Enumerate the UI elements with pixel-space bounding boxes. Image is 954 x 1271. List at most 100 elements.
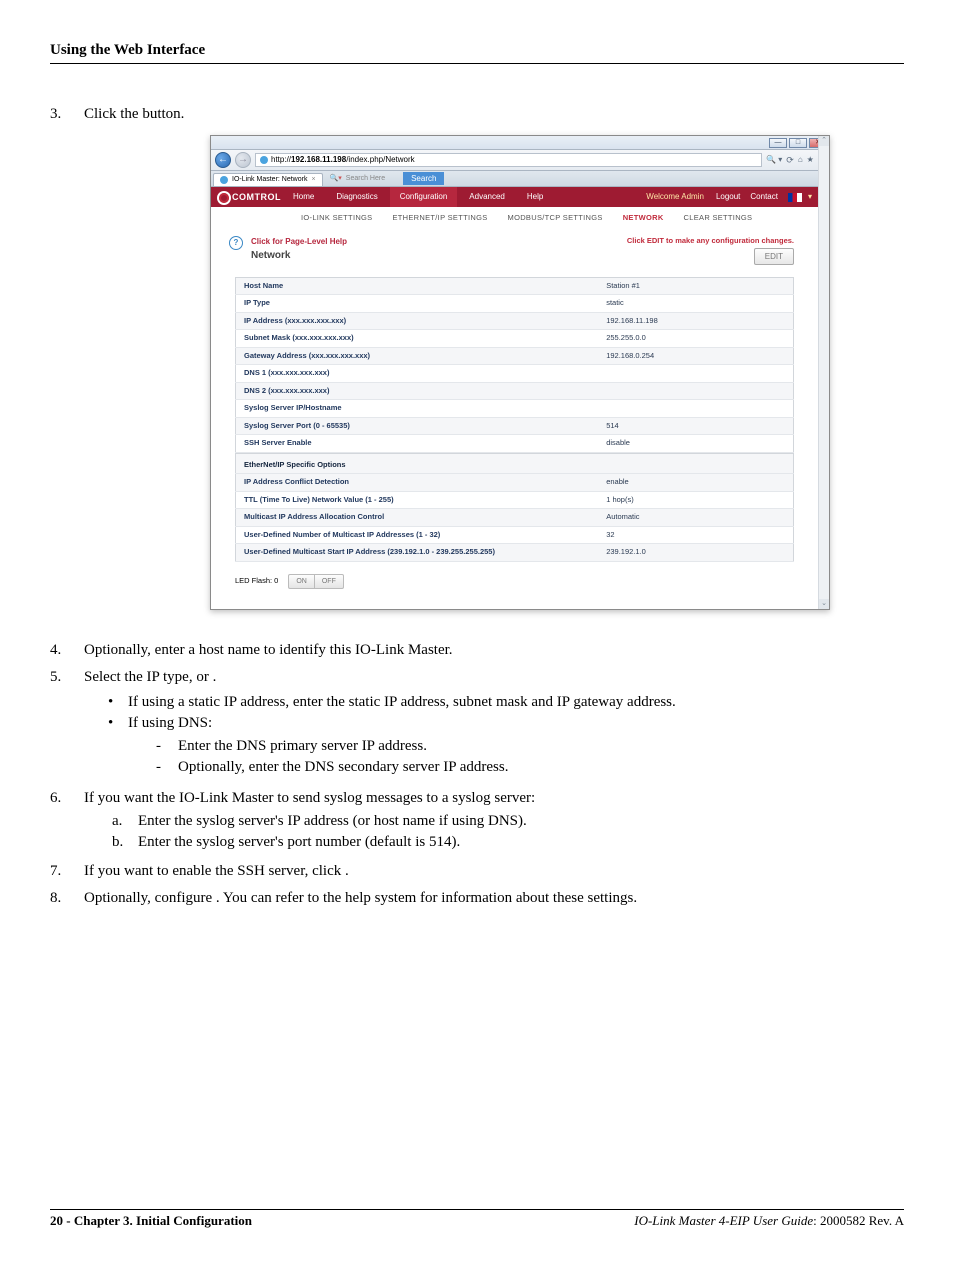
subnav-ethernetip[interactable]: ETHERNET/IP SETTINGS xyxy=(382,213,497,224)
dash-item: Enter the DNS primary server IP address. xyxy=(156,736,904,757)
setting-label: Gateway Address (xxx.xxx.xxx.xxx) xyxy=(236,347,599,365)
setting-value: 514 xyxy=(598,417,793,435)
setting-label: IP Address Conflict Detection xyxy=(236,474,599,492)
table-row: DNS 2 (xxx.xxx.xxx.xxx) xyxy=(236,382,794,400)
setting-value xyxy=(598,382,793,400)
tab-title: IO-Link Master: Network xyxy=(232,175,307,185)
url-text: http://192.168.11.198/index.php/Network xyxy=(271,154,415,166)
nav-home[interactable]: Home xyxy=(283,187,324,207)
browser-tab[interactable]: IO-Link Master: Network × xyxy=(213,173,323,186)
table-row: Syslog Server Port (0 - 65535)514 xyxy=(236,417,794,435)
table-row: Host NameStation #1 xyxy=(236,277,794,295)
setting-value: 239.192.1.0 xyxy=(598,544,793,562)
bullet-item: If using DNS: Enter the DNS primary serv… xyxy=(112,713,904,778)
back-button[interactable]: ← xyxy=(215,152,231,168)
table-row: User-Defined Multicast Start IP Address … xyxy=(236,544,794,562)
table-row: User-Defined Number of Multicast IP Addr… xyxy=(236,526,794,544)
setting-value: 1 hop(s) xyxy=(598,491,793,509)
setting-label: TTL (Time To Live) Network Value (1 - 25… xyxy=(236,491,599,509)
search-placeholder: Search Here xyxy=(346,174,385,184)
step-5: 5. Select the IP type, or . If using a s… xyxy=(50,667,904,782)
setting-label: DNS 2 (xxx.xxx.xxx.xxx) xyxy=(236,382,599,400)
welcome-text: Welcome Admin xyxy=(640,191,710,202)
app-nav-banner: COMTROL Home Diagnostics Configuration A… xyxy=(211,187,818,207)
contact-link[interactable]: Contact xyxy=(746,187,782,207)
flag-icon[interactable] xyxy=(788,193,802,202)
step-8: 8. Optionally, configure . You can refer… xyxy=(50,888,904,909)
table-row: IP Typestatic xyxy=(236,295,794,313)
step-3: 3. Click the button. xyxy=(50,104,904,125)
setting-label: User-Defined Multicast Start IP Address … xyxy=(236,544,599,562)
setting-value: disable xyxy=(598,435,793,453)
setting-value: enable xyxy=(598,474,793,492)
address-bar: ← → http://192.168.11.198/index.php/Netw… xyxy=(211,150,829,171)
setting-label: Host Name xyxy=(236,277,599,295)
edit-note: Click EDIT to make any configuration cha… xyxy=(627,236,794,245)
logo-icon xyxy=(217,191,229,203)
led-flash-row: LED Flash: 0 ON OFF xyxy=(235,574,794,590)
browser-screenshot: — □ ✕ ← → http://192.168.11.198/index.ph… xyxy=(210,135,904,610)
favorites-icon[interactable]: ★ xyxy=(807,154,814,165)
home-icon[interactable]: ⌂ xyxy=(798,154,803,165)
page-help-link[interactable]: Click for Page-Level Help xyxy=(251,236,619,247)
table-row: IP Address Conflict Detectionenable xyxy=(236,474,794,492)
led-off-button[interactable]: OFF xyxy=(314,574,344,590)
table-row: TTL (Time To Live) Network Value (1 - 25… xyxy=(236,491,794,509)
table-row: Gateway Address (xxx.xxx.xxx.xxx)192.168… xyxy=(236,347,794,365)
brand-text: COMTROL xyxy=(232,191,281,204)
network-settings-table: Host NameStation #1IP TypestaticIP Addre… xyxy=(235,277,794,453)
subnav-iolink[interactable]: IO-LINK SETTINGS xyxy=(291,213,382,224)
setting-value xyxy=(598,400,793,418)
forward-button[interactable]: → xyxy=(235,152,251,168)
page-footer: 20 - Chapter 3. Initial Configuration IO… xyxy=(50,1209,904,1230)
table-row: Subnet Mask (xxx.xxx.xxx.xxx)255.255.0.0 xyxy=(236,330,794,348)
footer-guide-title: IO-Link Master 4-EIP User Guide xyxy=(634,1213,813,1228)
search-dropdown-icon[interactable]: 🔍 ▾ xyxy=(766,154,782,165)
ie-icon xyxy=(220,176,228,184)
table-row: Multicast IP Address Allocation ControlA… xyxy=(236,509,794,527)
subnav-network[interactable]: NETWORK xyxy=(613,213,674,224)
maximize-button[interactable]: □ xyxy=(789,138,807,148)
search-button[interactable]: Search xyxy=(403,172,444,185)
nav-advanced[interactable]: Advanced xyxy=(459,187,515,207)
setting-value: static xyxy=(598,295,793,313)
setting-value: Station #1 xyxy=(598,277,793,295)
minimize-button[interactable]: — xyxy=(769,138,787,148)
refresh-icon[interactable]: ⟳ xyxy=(786,154,794,167)
letter-item: b.Enter the syslog server's port number … xyxy=(112,832,904,853)
led-on-button[interactable]: ON xyxy=(288,574,314,590)
setting-label: User-Defined Number of Multicast IP Addr… xyxy=(236,526,599,544)
table-row: SSH Server Enabledisable xyxy=(236,435,794,453)
step-6: 6. If you want the IO-Link Master to sen… xyxy=(50,788,904,855)
nav-help[interactable]: Help xyxy=(517,187,553,207)
subnav-modbus[interactable]: MODBUS/TCP SETTINGS xyxy=(498,213,613,224)
nav-diagnostics[interactable]: Diagnostics xyxy=(326,187,387,207)
section-header: EtherNet/IP Specific Options xyxy=(236,453,794,474)
subnav-clear[interactable]: CLEAR SETTINGS xyxy=(674,213,763,224)
panel-heading: Network xyxy=(251,249,619,263)
logout-link[interactable]: Logout xyxy=(712,187,744,207)
table-row: Syslog Server IP/Hostname xyxy=(236,400,794,418)
setting-label: Syslog Server Port (0 - 65535) xyxy=(236,417,599,435)
url-input[interactable]: http://192.168.11.198/index.php/Network xyxy=(255,153,762,167)
setting-label: IP Type xyxy=(236,295,599,313)
tab-close-icon[interactable]: × xyxy=(311,175,315,185)
edit-button[interactable]: EDIT xyxy=(754,248,794,265)
setting-label: Syslog Server IP/Hostname xyxy=(236,400,599,418)
setting-value xyxy=(598,365,793,383)
setting-value: 192.168.0.254 xyxy=(598,347,793,365)
page-header: Using the Web Interface xyxy=(50,40,904,64)
setting-value: Automatic xyxy=(598,509,793,527)
footer-rev: : 2000582 Rev. A xyxy=(813,1213,904,1228)
setting-value: 192.168.11.198 xyxy=(598,312,793,330)
footer-left: 20 - Chapter 3. Initial Configuration xyxy=(50,1213,252,1228)
language-dropdown-icon[interactable]: ▾ xyxy=(808,191,812,202)
step-number: 3. xyxy=(50,104,84,125)
step-7: 7. If you want to enable the SSH server,… xyxy=(50,861,904,882)
setting-label: SSH Server Enable xyxy=(236,435,599,453)
led-flash-label: LED Flash: 0 xyxy=(235,576,278,587)
help-icon[interactable]: ? xyxy=(229,236,243,250)
setting-label: DNS 1 (xxx.xxx.xxx.xxx) xyxy=(236,365,599,383)
vertical-scrollbar[interactable] xyxy=(818,136,829,609)
nav-configuration[interactable]: Configuration xyxy=(390,187,458,207)
